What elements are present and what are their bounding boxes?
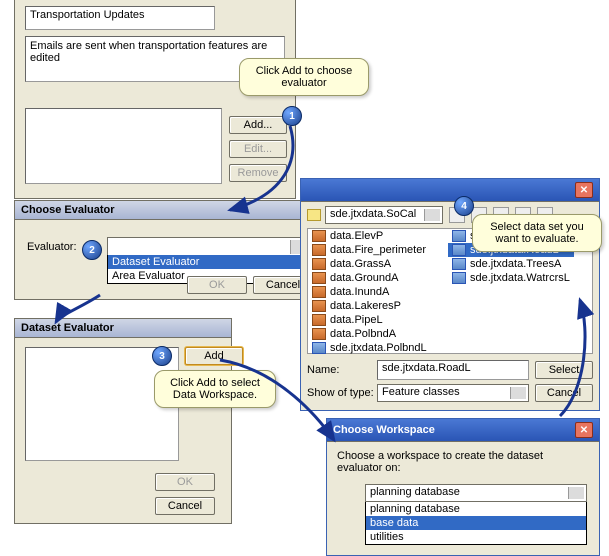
step-3: 3: [152, 346, 172, 366]
dataset-evaluator-title: Dataset Evaluator: [15, 319, 231, 338]
dataset-evaluator-dialog: Dataset Evaluator Add OK Cancel: [14, 318, 232, 524]
choose-evaluator-title: Choose Evaluator: [15, 201, 321, 220]
option-base-data[interactable]: base data: [366, 516, 586, 530]
cancel-button[interactable]: Cancel: [155, 497, 215, 515]
option-dataset-evaluator[interactable]: Dataset Evaluator: [108, 255, 308, 269]
select-button[interactable]: Select: [535, 361, 593, 379]
list-item: data.Fire_perimeter: [308, 243, 431, 257]
evaluator-label: Evaluator:: [27, 241, 77, 253]
list-item: sde.jtxdata.PolbndL: [308, 341, 431, 355]
remove-button: Remove: [229, 164, 287, 182]
callout-3: Click Add to select Data Workspace.: [154, 370, 276, 408]
close-icon[interactable]: ✕: [575, 182, 593, 198]
choose-workspace-dialog: Choose Workspace✕ Choose a workspace to …: [326, 418, 600, 556]
workspace-options[interactable]: planning database base data utilities: [365, 502, 587, 545]
evaluator-dropdown[interactable]: [107, 237, 309, 257]
list-item: data.PipeL: [308, 313, 431, 327]
list-item: sde.jtxdata.TreesA: [448, 257, 574, 271]
name-field[interactable]: sde.jtxdata.RoadL: [377, 360, 529, 380]
name-label: Name:: [307, 364, 371, 376]
list-item: data.LakeresP: [308, 299, 431, 313]
add-button[interactable]: Add: [185, 347, 243, 365]
data-browser-dialog: ✕ sde.jtxdata.SoCal data.ElevP data.Fire…: [300, 178, 600, 411]
choose-workspace-titlebar: Choose Workspace✕: [327, 419, 599, 442]
list-item: data.GrassA: [308, 257, 431, 271]
list-item: data.InundA: [308, 285, 431, 299]
step-4: 4: [454, 196, 474, 216]
path-dropdown[interactable]: sde.jtxdata.SoCal: [325, 206, 443, 224]
close-icon[interactable]: ✕: [575, 422, 593, 438]
show-of-type-label: Show of type:: [307, 387, 371, 399]
title-field[interactable]: Transportation Updates: [25, 6, 215, 30]
list-item: data.PolbndA: [308, 327, 431, 341]
option-planning-database[interactable]: planning database: [366, 502, 586, 516]
step-2: 2: [82, 240, 102, 260]
choose-evaluator-dialog: Choose Evaluator Evaluator: Dataset Eval…: [14, 200, 322, 300]
list-item: data.GroundA: [308, 271, 431, 285]
workspace-icon: [307, 209, 321, 221]
show-of-type-dropdown[interactable]: Feature classes: [377, 384, 529, 402]
option-utilities[interactable]: utilities: [366, 530, 586, 544]
callout-4: Select data set you want to evaluate.: [472, 214, 602, 252]
ok-button: OK: [155, 473, 215, 491]
step-1: 1: [282, 106, 302, 126]
callout-1: Click Add to choose evaluator: [239, 58, 369, 96]
workspace-dropdown[interactable]: planning database: [365, 484, 587, 502]
evaluators-list[interactable]: [25, 108, 222, 184]
ok-button: OK: [187, 276, 247, 294]
data-browser-titlebar: ✕: [301, 179, 599, 202]
cancel-button[interactable]: Cancel: [535, 384, 593, 402]
list-item: data.ElevP: [308, 229, 431, 243]
updates-panel: Transportation Updates Emails are sent w…: [14, 0, 296, 199]
list-item: sde.jtxdata.WatrcrsL: [448, 271, 574, 285]
add-button[interactable]: Add...: [229, 116, 287, 134]
edit-button: Edit...: [229, 140, 287, 158]
workspace-prompt: Choose a workspace to create the dataset…: [337, 450, 589, 474]
